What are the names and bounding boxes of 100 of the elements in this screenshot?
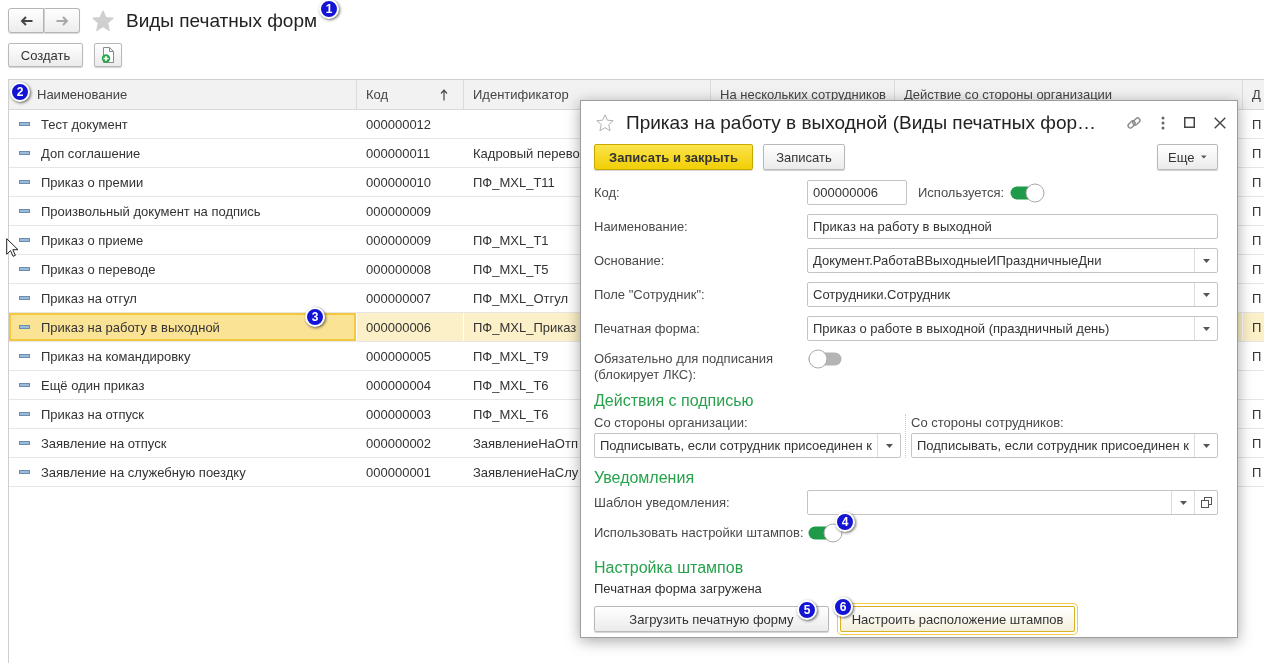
section-heading: Действия с подписью	[594, 391, 755, 410]
identifier-text: ПФ_MXL_Т5	[473, 261, 549, 277]
code-text: 000000010	[366, 174, 432, 190]
callout-marker: 3	[305, 307, 325, 327]
toggle-switch[interactable]	[808, 523, 843, 543]
column-text: П	[1252, 203, 1262, 219]
select-field[interactable]: Подписывать, если сотрудник присоединен к	[594, 433, 901, 458]
document-name: Приказ на командировку	[41, 348, 191, 364]
select-field[interactable]: Подписывать, если сотрудник присоединен к	[911, 433, 1218, 458]
document-name: Произвольный документ на подпись	[41, 203, 261, 219]
back-button[interactable]	[8, 8, 44, 33]
dash-icon	[19, 238, 30, 242]
code-text: 000000012	[366, 116, 432, 132]
more-button[interactable]: Еще	[1157, 144, 1218, 170]
overlapping-squares-icon[interactable]	[1200, 497, 1212, 508]
caret-icon	[1179, 500, 1187, 505]
dash-icon	[19, 470, 30, 474]
document-name: Ещё один приказ	[41, 377, 145, 393]
section-heading: Уведомления	[594, 468, 696, 487]
section-heading: Настройка штампов	[594, 558, 745, 577]
column-header[interactable]: Код	[357, 80, 464, 109]
field-label: Основание:	[594, 252, 666, 269]
identifier-text: ПФ_MXL_Т6	[473, 377, 549, 393]
dialog-title: Приказ на работу в выходной (Виды печатных фор…	[626, 111, 1096, 134]
document-name: Заявление на служебную поездку	[41, 464, 246, 480]
column-header[interactable]: Д	[1243, 80, 1264, 109]
code-text: 000000009	[366, 203, 432, 219]
identifier-text: ПФ_MXL_Т6	[473, 406, 549, 422]
star-icon[interactable]	[596, 113, 614, 132]
dash-icon	[19, 296, 30, 300]
field-label: Использовать настройки штампов:	[594, 525, 805, 541]
dash-icon	[19, 151, 30, 155]
field-label: Со стороны сотрудников:	[911, 414, 1065, 431]
dash-icon	[19, 354, 30, 358]
identifier-text: ЗаявлениеНаОтп	[473, 435, 578, 451]
column-text: П	[1252, 116, 1262, 132]
select-field[interactable]: Документ.РаботаВВыходныеИПраздничныеДни	[807, 248, 1218, 273]
code-text: 000000002	[366, 435, 432, 451]
document-plus-icon	[101, 47, 115, 63]
callout-marker: 2	[10, 82, 30, 102]
field-label: Наименование:	[594, 218, 689, 235]
column-text: П	[1252, 290, 1262, 306]
caret-icon	[1201, 155, 1207, 159]
document-name: Приказ на отпуск	[41, 406, 144, 422]
select-field[interactable]	[807, 490, 1218, 515]
text-field[interactable]: 000000006	[807, 180, 907, 205]
toggle-switch[interactable]	[808, 349, 843, 369]
identifier-text: ПФ_MXL_Приказ	[473, 319, 577, 335]
column-text: П	[1252, 464, 1262, 480]
toggle-switch[interactable]	[1010, 182, 1046, 203]
field-label: Обязательно для подписания (блокирует ЛКС):	[594, 351, 775, 383]
column-text: П	[1252, 232, 1262, 248]
field-label: Шаблон уведомления:	[594, 494, 731, 511]
document-name: Приказ на работу в выходной	[41, 319, 220, 335]
identifier-text: Кадровый перево	[473, 145, 580, 161]
code-text: 000000001	[366, 464, 432, 480]
status-text: Печатная форма загружена	[594, 581, 763, 597]
callout-marker: 6	[833, 597, 853, 617]
field-label: Поле "Сотрудник":	[594, 286, 706, 303]
dash-icon	[19, 180, 30, 184]
star-icon[interactable]	[92, 9, 114, 32]
code-text: 000000006	[366, 319, 432, 335]
document-name: Тест документ	[41, 116, 128, 132]
caret-icon	[1202, 292, 1210, 297]
text-field[interactable]: Приказ на работу в выходной	[807, 214, 1218, 239]
code-text: 000000008	[366, 261, 432, 277]
dash-icon	[19, 267, 30, 271]
code-text: 000000009	[366, 232, 432, 248]
caret-icon	[1202, 443, 1210, 448]
save-and-close-button[interactable]: Записать и закрыть	[594, 144, 753, 170]
create-button[interactable]: Создать	[8, 43, 83, 67]
document-name: Приказ о премии	[41, 174, 144, 190]
column-text: П	[1252, 319, 1262, 335]
callout-marker: 5	[797, 600, 817, 620]
link-icon[interactable]	[1126, 114, 1142, 131]
identifier-text: ПФ_MXL_Отгул	[473, 290, 569, 306]
more-icon[interactable]	[1161, 115, 1165, 130]
column-text: П	[1252, 145, 1262, 161]
code-text: 000000011	[366, 145, 431, 161]
add-document-button[interactable]	[94, 43, 122, 67]
dash-icon	[19, 441, 30, 445]
caret-icon	[885, 443, 893, 448]
cursor-icon	[6, 238, 18, 257]
document-name: Приказ о переводе	[41, 261, 156, 277]
column-text: П	[1252, 406, 1262, 422]
select-field[interactable]: Сотрудники.Сотрудник	[807, 282, 1218, 307]
callout-marker: 1	[319, 0, 340, 19]
column-text: П	[1252, 435, 1262, 451]
document-name: Приказ на отгул	[41, 290, 137, 306]
save-button[interactable]: Записать	[763, 144, 845, 170]
column-text: П	[1252, 261, 1262, 277]
field-label: Печатная форма:	[594, 320, 701, 337]
right-arrow-icon	[55, 15, 69, 26]
page-title: Виды печатных форм	[126, 8, 318, 33]
close-icon[interactable]	[1214, 116, 1226, 129]
maximize-icon[interactable]	[1184, 117, 1195, 128]
column-text: П	[1252, 174, 1262, 190]
dash-icon	[19, 383, 30, 387]
code-text: 000000005	[366, 348, 432, 364]
identifier-text: ЗаявлениеНаСлу	[473, 464, 579, 480]
